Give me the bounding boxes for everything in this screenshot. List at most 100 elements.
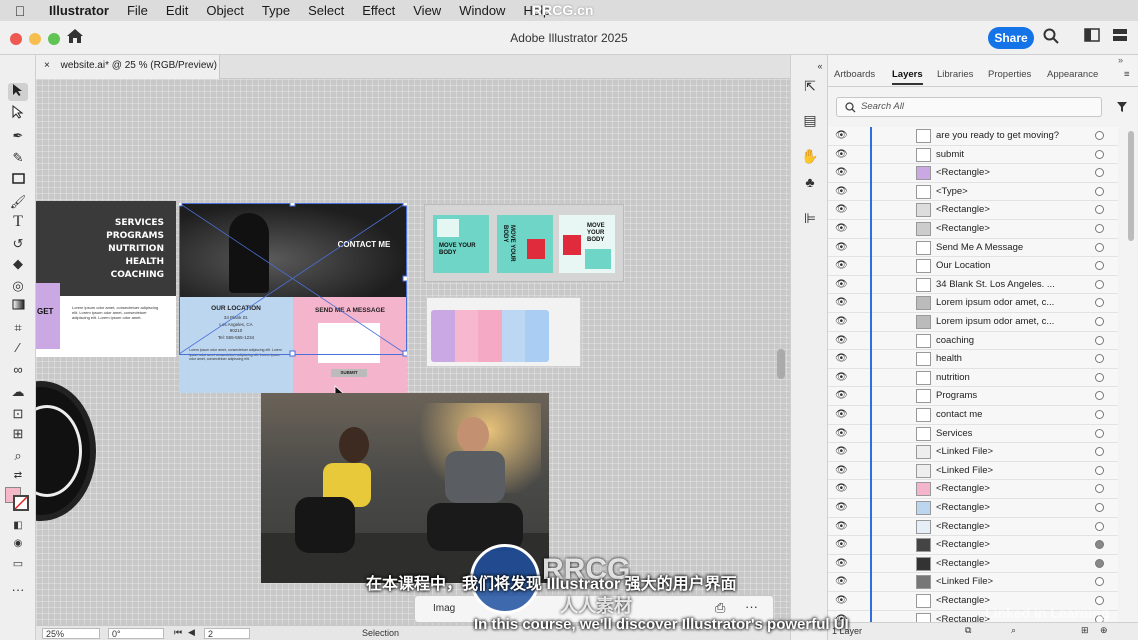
layer-row[interactable]: 👁 are you ready to get moving? [828,127,1118,146]
layer-name[interactable]: <Rectangle> [936,223,1086,234]
target-circle-icon[interactable] [1095,596,1104,605]
selection-tool-icon[interactable] [8,83,28,101]
target-circle-icon[interactable] [1095,242,1104,252]
target-circle-icon[interactable] [1095,540,1104,550]
target-circle-icon[interactable] [1095,224,1104,233]
layer-name[interactable]: <Type> [936,186,1086,197]
gradient-tool-icon[interactable] [8,297,28,315]
visibility-eye-icon[interactable]: 👁 [835,186,848,197]
layer-row[interactable]: 👁 Send Me A Message [828,238,1118,258]
pdf-icon[interactable]: ⎙ [715,600,725,616]
visibility-eye-icon[interactable]: 👁 [835,539,848,550]
zoom-level-field[interactable]: 25% [42,628,100,639]
layer-name[interactable]: <Rectangle> [936,167,1086,178]
menu-effect[interactable]: Effect [353,3,404,18]
visibility-eye-icon[interactable]: 👁 [835,260,848,271]
layer-row[interactable]: 👁 <Linked File> [828,461,1118,481]
collect-for-export-icon[interactable]: ⧉ [965,625,971,636]
layer-row[interactable]: 👁 <Linked File> [828,443,1118,462]
layer-row[interactable]: 👁 <Type> [828,182,1118,202]
direct-selection-tool-icon[interactable] [8,104,28,123]
eyedropper-tool-icon[interactable]: ⁄ [8,339,28,357]
visibility-eye-icon[interactable]: 👁 [835,576,848,587]
posters-artboard[interactable]: MOVE YOUR BODY MOVE YOUR BODY MOVE YOUR … [424,204,624,282]
layer-row[interactable]: 👁 Our Location [828,257,1118,276]
target-circle-icon[interactable] [1095,149,1104,159]
artboard-number-field[interactable]: 2 [204,628,250,639]
target-circle-icon[interactable] [1095,447,1104,457]
target-circle-icon[interactable] [1095,354,1104,364]
visibility-eye-icon[interactable]: 👁 [835,465,848,476]
layer-name[interactable]: Our Location [936,260,1086,271]
menu-type[interactable]: Type [253,3,299,18]
screen-mode-icon[interactable]: ▭ [8,555,28,573]
target-circle-icon[interactable] [1095,317,1104,326]
tab-properties[interactable]: Properties [988,69,1031,80]
locate-object-icon[interactable]: ⌕ [1011,625,1016,636]
layers-search-input[interactable]: Search All [836,97,1102,117]
layer-name[interactable]: health [936,353,1086,364]
shape-builder-tool-icon[interactable]: ◎ [8,277,28,295]
target-circle-icon[interactable] [1095,372,1104,382]
visibility-eye-icon[interactable]: 👁 [835,409,848,420]
new-layer-icon[interactable]: ⊕ [1100,625,1108,636]
tab-appearance[interactable]: Appearance [1047,69,1098,80]
visibility-eye-icon[interactable]: 👁 [835,223,848,234]
pen-tool-icon[interactable]: ✒ [8,127,28,145]
menu-app[interactable]: Illustrator [40,3,118,18]
eraser-tool-icon[interactable]: ◆ [8,255,28,273]
search-icon[interactable] [1041,28,1061,48]
vertical-scrollbar[interactable] [777,349,785,379]
visibility-eye-icon[interactable]: 👁 [835,167,848,178]
visibility-eye-icon[interactable]: 👁 [835,521,848,532]
layer-row[interactable]: 👁 submit [828,145,1118,165]
layer-row[interactable]: 👁 Lorem ipsum odor amet, c... [828,313,1118,332]
layer-name[interactable]: Services [936,428,1086,439]
visibility-eye-icon[interactable]: 👁 [835,390,848,401]
layer-name[interactable]: coaching [936,335,1086,346]
zoom-tool-icon[interactable]: ⌕ [8,447,28,465]
layer-name[interactable]: Programs [936,390,1086,401]
symbols-icon[interactable]: ♣ [801,173,819,191]
layer-row[interactable]: 👁 <Rectangle> [828,517,1118,537]
layer-row[interactable]: 👁 <Rectangle> [828,480,1118,499]
target-circle-icon[interactable] [1095,279,1104,289]
target-circle-icon[interactable] [1095,465,1104,475]
target-circle-icon[interactable] [1095,558,1104,568]
visibility-eye-icon[interactable]: 👁 [835,595,848,606]
menu-object[interactable]: Object [197,3,253,18]
layer-name[interactable]: Lorem ipsum odor amet, c... [936,316,1086,327]
blend-tool-icon[interactable]: ∞ [8,361,28,379]
layer-name[interactable]: <Rectangle> [936,502,1086,513]
layer-row[interactable]: 👁 Lorem ipsum odor amet, c... [828,294,1118,313]
layer-row[interactable]: 👁 health [828,350,1118,369]
visibility-eye-icon[interactable]: 👁 [835,130,848,141]
target-circle-icon[interactable] [1095,577,1104,587]
visibility-eye-icon[interactable]: 👁 [835,149,848,160]
visibility-eye-icon[interactable]: 👁 [835,297,848,308]
tab-artboards[interactable]: Artboards [834,69,875,80]
visibility-eye-icon[interactable]: 👁 [835,558,848,569]
menu-select[interactable]: Select [299,3,353,18]
palette-artboard[interactable] [426,297,581,367]
visibility-eye-icon[interactable]: 👁 [835,483,848,494]
layer-name[interactable]: 34 Blank St. Los Angeles. ... [936,279,1086,290]
visibility-eye-icon[interactable]: 👁 [835,502,848,513]
layer-row[interactable]: 👁 34 Blank St. Los Angeles. ... [828,275,1118,295]
menu-file[interactable]: File [118,3,157,18]
prev-artboard-icon[interactable]: ◀ [188,627,195,638]
layer-name[interactable]: <Rectangle> [936,521,1086,532]
layer-name[interactable]: <Rectangle> [936,539,1086,550]
layer-row[interactable]: 👁 <Rectangle> [828,201,1118,220]
more-options-icon[interactable]: ··· [745,599,758,614]
apple-icon[interactable]:  [0,3,40,19]
arrange-panels-icon[interactable] [1110,28,1130,48]
rectangle-tool-icon[interactable] [8,171,28,189]
target-circle-icon[interactable] [1095,205,1104,215]
layer-row[interactable]: 👁 <Rectangle> [828,499,1118,518]
layer-name[interactable]: <Rectangle> [936,204,1086,215]
layer-name[interactable]: Send Me A Message [936,242,1086,253]
collapse-panel-icon[interactable]: » [1118,55,1123,65]
target-circle-icon[interactable] [1095,521,1104,531]
contextual-bar-label[interactable]: Imag [433,603,455,614]
